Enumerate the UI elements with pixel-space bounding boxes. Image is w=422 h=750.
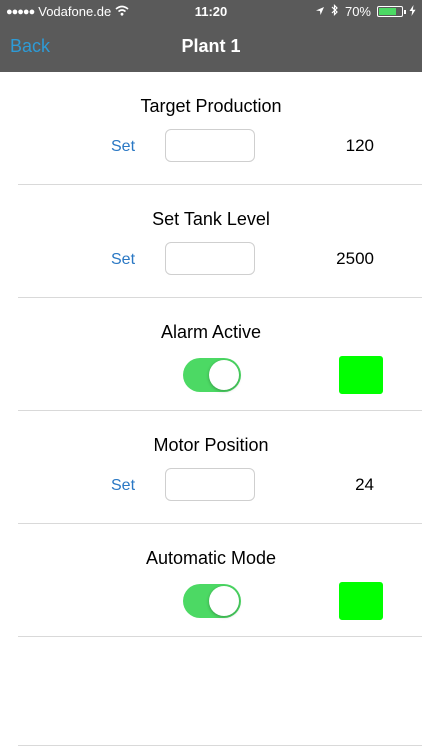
settings-list: Target Production Set 120 Set Tank Level… [0, 72, 422, 637]
row-title: Alarm Active [160, 322, 262, 342]
row-title: Automatic Mode [145, 548, 277, 568]
set-target-production-button[interactable]: Set [111, 138, 135, 156]
row-motor-position: Motor Position Set 24 [18, 411, 422, 524]
set-motor-position-button[interactable]: Set [111, 477, 135, 495]
toggle-knob [209, 586, 239, 616]
charging-bolt-icon [409, 4, 416, 19]
battery-icon [377, 6, 406, 17]
battery-fill [379, 8, 396, 15]
target-production-value: 120 [345, 136, 374, 155]
battery-tip [404, 10, 406, 14]
row-set-tank-level: Set Tank Level Set 2500 [18, 185, 422, 298]
bottom-divider [18, 745, 422, 746]
page-title: Plant 1 [181, 36, 241, 56]
location-arrow-icon [315, 4, 325, 19]
tank-level-value: 2500 [336, 249, 374, 268]
toggle-knob [209, 360, 239, 390]
row-alarm-active: Alarm Active [18, 298, 422, 411]
row-target-production: Target Production Set 120 [18, 72, 422, 185]
row-title: Motor Position [153, 435, 269, 455]
tank-level-input[interactable] [165, 242, 255, 275]
automatic-mode-indicator [339, 582, 383, 620]
battery-percent: 70% [344, 4, 371, 19]
motor-position-value: 24 [355, 475, 374, 494]
status-bar: ●●●●● Vodafone.de 11:20 70% [0, 0, 422, 22]
target-production-input[interactable] [165, 129, 255, 162]
status-right: 70% [315, 4, 416, 19]
automatic-mode-toggle[interactable] [183, 584, 241, 618]
set-tank-level-button[interactable]: Set [111, 251, 135, 269]
navigation-bar: Back Plant 1 [0, 22, 422, 72]
alarm-status-indicator [339, 356, 383, 394]
bluetooth-icon [331, 4, 339, 19]
motor-position-input[interactable] [165, 468, 255, 501]
row-title: Target Production [140, 96, 282, 116]
row-title: Set Tank Level [152, 209, 270, 229]
alarm-active-toggle[interactable] [183, 358, 241, 392]
row-automatic-mode: Automatic Mode [18, 524, 422, 637]
